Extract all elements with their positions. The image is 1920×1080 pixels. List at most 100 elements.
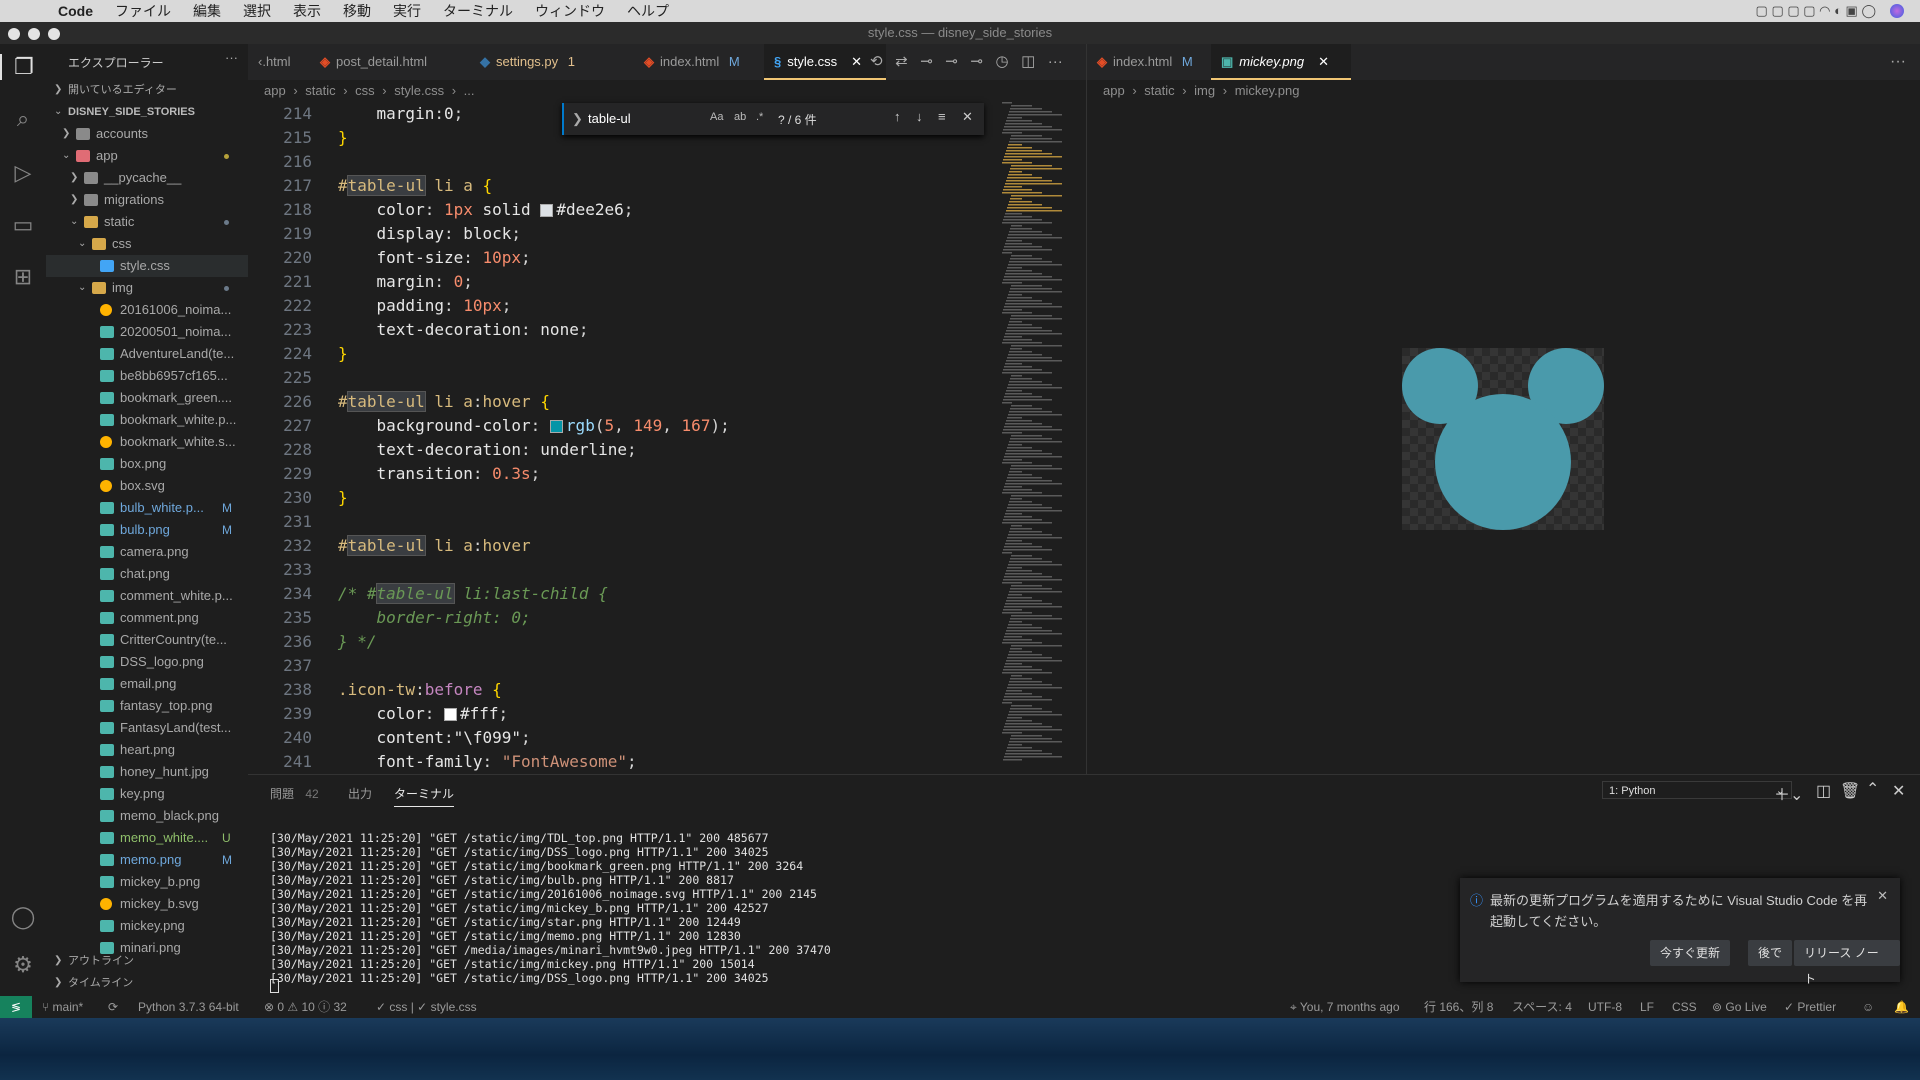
folder-item[interactable]: ❯ migrations xyxy=(46,189,248,211)
prettier-status[interactable]: ✓ Prettier xyxy=(1784,996,1836,1018)
breadcrumb-item[interactable]: img xyxy=(1194,83,1215,98)
menu-item[interactable]: 移動 xyxy=(343,1,371,21)
maximize-panel-icon[interactable]: ⌃ xyxy=(1866,779,1879,799)
breadcrumb-item[interactable]: app xyxy=(1103,83,1125,98)
file-item[interactable]: key.png xyxy=(46,783,248,805)
editor-tab[interactable]: ▣ mickey.png ✕ xyxy=(1211,44,1351,80)
find-in-selection-icon[interactable]: ≡ xyxy=(938,109,946,124)
file-item[interactable]: 20161006_noima... xyxy=(46,299,248,321)
run-debug-icon[interactable]: ▷ xyxy=(10,160,36,186)
remote-explorer-icon[interactable]: ▭ xyxy=(10,212,36,238)
close-find-icon[interactable]: ✕ xyxy=(962,109,973,125)
match-word-icon[interactable]: ab xyxy=(734,111,746,123)
feedback-icon[interactable]: ☺ xyxy=(1862,996,1874,1018)
folder-item[interactable]: ❯ accounts xyxy=(46,123,248,145)
compare-icon[interactable]: ⇄ xyxy=(895,53,908,70)
language-mode[interactable]: CSS xyxy=(1672,996,1697,1018)
menu-item[interactable]: 選択 xyxy=(243,1,271,21)
update-now-button[interactable]: 今すぐ更新 xyxy=(1650,940,1731,966)
file-item[interactable]: CritterCountry(te... xyxy=(46,629,248,651)
next-match-icon[interactable]: ↓ xyxy=(916,109,923,124)
file-item[interactable]: box.png xyxy=(46,453,248,475)
breadcrumb-item[interactable]: mickey.png xyxy=(1235,83,1300,98)
file-item[interactable]: chat.png xyxy=(46,563,248,585)
folder-item[interactable]: ⌄ img xyxy=(46,277,248,299)
file-item[interactable]: mickey_b.png xyxy=(46,871,248,893)
close-window-button[interactable] xyxy=(8,28,20,40)
problems-status[interactable]: ⊗ 0 ⚠ 10 ⓘ 32 xyxy=(264,996,347,1018)
trash-icon[interactable]: 🗑 xyxy=(1840,781,1860,801)
toggle-replace-icon[interactable]: ❯ xyxy=(572,111,583,127)
close-panel-icon[interactable]: ✕ xyxy=(1892,781,1905,801)
file-item[interactable]: memo.png M xyxy=(46,849,248,871)
menu-item[interactable]: ファイル xyxy=(115,1,171,21)
folder-item[interactable]: ⌄ app xyxy=(46,145,248,167)
menu-item[interactable]: 表示 xyxy=(293,1,321,21)
sync-icon[interactable]: ⟳ xyxy=(108,996,118,1018)
file-item[interactable]: DSS_logo.png xyxy=(46,651,248,673)
editor-tab[interactable]: ◈ post_detail.html xyxy=(310,44,466,80)
next-change-icon[interactable]: ⊸ xyxy=(970,53,983,70)
breadcrumb-item[interactable]: css xyxy=(355,83,375,98)
folder-item[interactable]: ⌄ css xyxy=(46,233,248,255)
file-item[interactable]: bookmark_green.... xyxy=(46,387,248,409)
match-case-icon[interactable]: Aa xyxy=(710,111,723,123)
file-item[interactable]: fantasy_top.png xyxy=(46,695,248,717)
file-item[interactable]: 20200501_noima... xyxy=(46,321,248,343)
account-icon[interactable]: ◯ xyxy=(10,904,36,930)
file-item[interactable]: memo_white.... U xyxy=(46,827,248,849)
remote-icon[interactable]: ≶ xyxy=(0,996,32,1018)
file-item[interactable]: bulb.png M xyxy=(46,519,248,541)
close-tab-icon[interactable]: ✕ xyxy=(1318,54,1329,69)
editor-tab[interactable]: § style.css ✕ xyxy=(764,44,886,80)
split-editor-icon[interactable]: ◫ xyxy=(1021,53,1035,70)
prev-change-icon[interactable]: ⊸ xyxy=(945,53,958,70)
file-item[interactable]: bulb_white.p... M xyxy=(46,497,248,519)
later-button[interactable]: 後で xyxy=(1748,940,1793,966)
new-terminal-icon[interactable]: ＋⌄ xyxy=(1774,781,1803,805)
branch-status[interactable]: ⑂ main* xyxy=(42,996,83,1018)
file-item[interactable]: box.svg xyxy=(46,475,248,497)
more-icon[interactable]: ··· xyxy=(1890,44,1906,80)
zoom-window-button[interactable] xyxy=(48,28,60,40)
minimize-window-button[interactable] xyxy=(28,28,40,40)
more-icon[interactable]: ··· xyxy=(1048,53,1063,70)
editor-tab[interactable]: ‹.html xyxy=(248,44,310,80)
folder-item[interactable]: ⌄ static xyxy=(46,211,248,233)
editor-tab[interactable]: ◈ index.html M xyxy=(1087,44,1211,80)
file-item[interactable]: be8bb6957cf165... xyxy=(46,365,248,387)
file-item[interactable]: heart.png xyxy=(46,739,248,761)
folder-item[interactable]: ❯ __pycache__ xyxy=(46,167,248,189)
file-item[interactable]: comment.png xyxy=(46,607,248,629)
linter-status[interactable]: ✓ css | ✓ style.css xyxy=(376,996,477,1018)
file-item[interactable]: bookmark_white.p... xyxy=(46,409,248,431)
release-notes-button[interactable]: リリース ノート xyxy=(1794,940,1900,986)
split-terminal-icon[interactable]: ◫ xyxy=(1816,781,1831,801)
notifications-bell-icon[interactable]: 🔔 xyxy=(1894,996,1909,1018)
menu-app-name[interactable]: Code xyxy=(58,3,93,19)
history-icon[interactable]: ⟲ xyxy=(870,53,883,70)
breadcrumb-item[interactable]: ... xyxy=(464,83,475,98)
close-notification-icon[interactable]: ✕ xyxy=(1877,888,1888,904)
file-item[interactable]: comment_white.p... xyxy=(46,585,248,607)
explorer-icon[interactable]: ❐ xyxy=(0,54,46,80)
terminal-select[interactable]: 1: Python ⌄ xyxy=(1602,781,1792,799)
file-item[interactable]: email.png xyxy=(46,673,248,695)
file-item[interactable]: style.css xyxy=(46,255,248,277)
tab-problems[interactable]: 問題 42 xyxy=(270,785,319,802)
file-item[interactable]: memo_black.png xyxy=(46,805,248,827)
extensions-icon[interactable]: ⊞ xyxy=(10,264,36,290)
regex-icon[interactable]: .* xyxy=(756,111,763,123)
breadcrumb-item[interactable]: static xyxy=(305,83,335,98)
tab-terminal[interactable]: ターミナル xyxy=(394,785,455,807)
search-icon[interactable]: ⌕ xyxy=(10,106,36,132)
minimap[interactable] xyxy=(1000,102,1086,774)
timeline-section[interactable]: ❯ タイムライン xyxy=(46,972,248,994)
prev-match-icon[interactable]: ↑ xyxy=(894,109,901,124)
indentation[interactable]: スペース: 4 xyxy=(1512,996,1572,1018)
breadcrumb-item[interactable]: static xyxy=(1144,83,1174,98)
close-tab-icon[interactable]: ✕ xyxy=(851,54,862,69)
file-item[interactable]: AdventureLand(te... xyxy=(46,343,248,365)
breadcrumb-item[interactable]: app xyxy=(264,83,286,98)
go-live-button[interactable]: ⊚ Go Live xyxy=(1712,996,1767,1018)
